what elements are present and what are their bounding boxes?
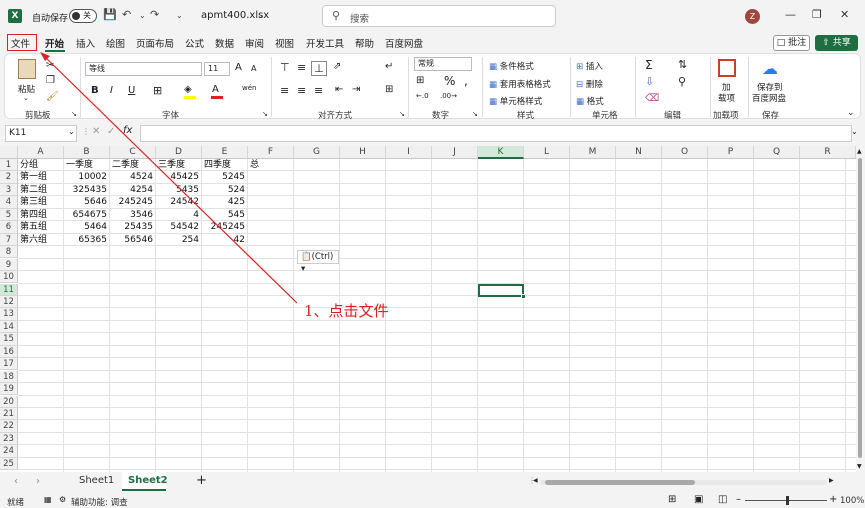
add-sheet-icon[interactable]: + <box>196 473 207 488</box>
scroll-down-icon[interactable]: ▼ <box>857 463 862 470</box>
zoom-slider-knob[interactable] <box>786 496 789 505</box>
page-layout-view-icon[interactable]: ▣ <box>694 494 703 505</box>
page-break-view-icon[interactable]: ◫ <box>718 494 727 505</box>
scroll-left-icon[interactable]: ◀ <box>533 477 538 484</box>
annotation-arrow <box>40 52 298 304</box>
sheet-tab-sheet2[interactable]: Sheet2 <box>128 475 168 486</box>
next-sheet-icon[interactable]: › <box>36 476 40 487</box>
sheet-tab-sheet1[interactable]: Sheet1 <box>79 475 114 486</box>
zoom-out-icon[interactable]: – <box>736 494 741 505</box>
scroll-up-icon[interactable]: ▲ <box>857 148 862 155</box>
status-ready: 就绪 <box>7 498 25 508</box>
vertical-scroll-thumb[interactable] <box>858 158 862 458</box>
macro-record-icon[interactable]: ▦ <box>44 495 52 504</box>
normal-view-icon[interactable]: ⊞ <box>668 494 676 505</box>
accessibility-status[interactable]: 辅助功能: 调查 <box>71 496 128 508</box>
zoom-level[interactable]: 100% <box>840 496 864 506</box>
prev-sheet-icon[interactable]: ‹ <box>14 476 18 487</box>
arrow-line <box>43 55 298 304</box>
zoom-in-icon[interactable]: + <box>829 494 837 505</box>
accessibility-icon[interactable]: ⚙ <box>59 495 66 504</box>
scroll-right-icon[interactable]: ▶ <box>829 477 834 484</box>
horizontal-scroll-thumb[interactable] <box>545 480 695 485</box>
annotation-text: 1、点击文件 <box>304 302 389 320</box>
